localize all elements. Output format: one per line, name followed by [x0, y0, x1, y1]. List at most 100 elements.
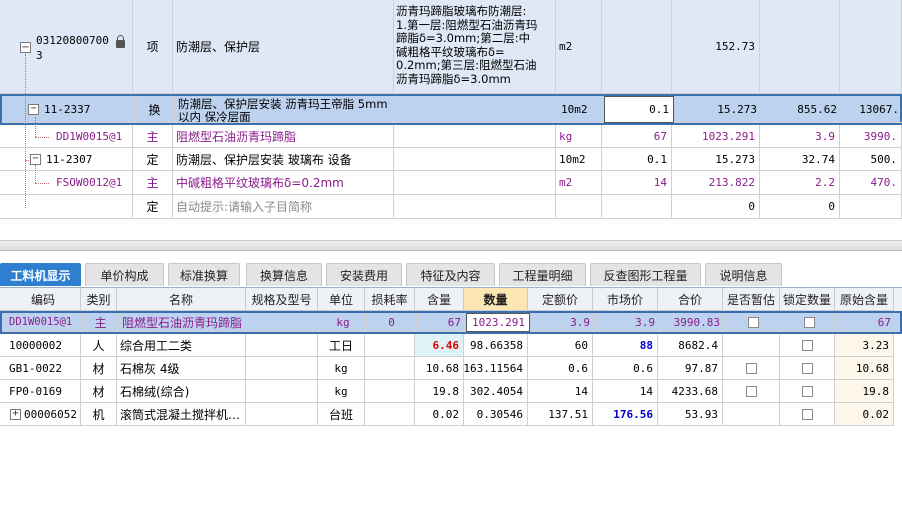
resource-original-content: 3.23 [835, 334, 894, 357]
resource-category: 材 [81, 357, 117, 380]
row-name: 防潮层、保护层安装 沥青玛王帝脂 5mm 以内 保冷层面 [175, 96, 396, 123]
resource-loss[interactable]: 0 [367, 313, 417, 332]
lock-quantity-checkbox[interactable] [801, 385, 813, 397]
resource-row[interactable]: 10000002 人 综合用工二类 工日 6.46 98.66358 60 88… [0, 334, 902, 357]
lock-quantity-checkbox[interactable] [801, 362, 813, 374]
col-header-original-content[interactable]: 原始含量 [835, 288, 894, 311]
resource-quota-price: 137.51 [528, 403, 593, 426]
row-name-hint[interactable]: 自动提示:请输入子目简称 [173, 195, 394, 219]
row-qty[interactable]: 0.1 [602, 148, 672, 171]
col-header-quantity[interactable]: 数量 [464, 288, 528, 311]
grid-row-new-entry[interactable]: 定 自动提示:请输入子目简称 0 0 [0, 195, 902, 219]
provisional-checkbox[interactable] [747, 316, 759, 328]
row-code: 11-2337 [44, 102, 91, 116]
tab-quantity-detail[interactable]: 工程量明细 [499, 263, 586, 286]
resource-market-price[interactable]: 88 [593, 334, 658, 357]
tab-installation-cost[interactable]: 安装费用 [326, 263, 402, 286]
resource-quantity[interactable]: 98.66358 [464, 334, 528, 357]
resource-market-price[interactable]: 3.9 [595, 313, 660, 332]
resource-category: 人 [81, 334, 117, 357]
col-header-name[interactable]: 名称 [117, 288, 246, 311]
row-unit: 10m2 [558, 96, 604, 123]
col-header-lock-qty[interactable]: 锁定数量 [780, 288, 835, 311]
resource-spec[interactable] [246, 334, 318, 357]
row-category: 项 [133, 0, 173, 94]
grid-row-item[interactable]: − 03120800700 3 项 防潮层、保护层 沥青玛蹄脂玻璃布防潮层: 1… [0, 0, 902, 94]
resource-quota-price: 60 [528, 334, 593, 357]
lock-quantity-checkbox[interactable] [803, 316, 815, 328]
col-header-market-price[interactable]: 市场价 [593, 288, 658, 311]
resource-grid: 编码 类别 名称 规格及型号 单位 损耗率 含量 数量 定额价 市场价 合价 是… [0, 288, 902, 428]
row-code: 11-2307 [46, 152, 93, 166]
grid-row-material[interactable]: DD1W0015@1 主 阻燃型石油沥青玛蹄脂 kg 67 1023.291 3… [0, 125, 902, 148]
lock-quantity-checkbox[interactable] [801, 339, 813, 351]
resource-row[interactable]: FP0-0169 材 石棉绒(综合) kg 19.8 302.4054 14 1… [0, 380, 902, 403]
resource-grid-header: 编码 类别 名称 规格及型号 单位 损耗率 含量 数量 定额价 市场价 合价 是… [0, 288, 902, 311]
col-header-spec[interactable]: 规格及型号 [246, 288, 318, 311]
row-qty[interactable] [602, 0, 672, 94]
row-qty-input[interactable]: 0.1 [604, 96, 674, 123]
resource-quota-price: 14 [528, 380, 593, 403]
resource-loss[interactable] [365, 357, 415, 380]
tab-unit-price-composition[interactable]: 单价构成 [85, 263, 164, 286]
tab-features-content[interactable]: 特征及内容 [406, 263, 495, 286]
resource-spec[interactable] [246, 380, 318, 403]
tab-description[interactable]: 说明信息 [705, 263, 782, 286]
resource-total: 97.87 [658, 357, 723, 380]
resource-market-price[interactable]: 176.56 [593, 403, 658, 426]
resource-quantity[interactable]: 163.11564 [464, 357, 528, 380]
col-header-unit[interactable]: 单位 [318, 288, 365, 311]
provisional-checkbox[interactable] [745, 362, 757, 374]
tab-standard-conversion[interactable]: 标准换算 [168, 263, 240, 286]
resource-content-modified[interactable]: 6.46 [415, 334, 464, 357]
provisional-checkbox[interactable] [745, 385, 757, 397]
panel-splitter[interactable] [0, 240, 902, 251]
row-amount: 15.273 [672, 148, 760, 171]
col-header-code[interactable]: 编码 [6, 288, 81, 311]
row-category: 主 [133, 171, 173, 195]
tab-reverse-graphic-quantity[interactable]: 反查图形工程量 [590, 263, 701, 286]
plus-icon[interactable]: + [10, 408, 21, 420]
col-header-loss-rate[interactable]: 损耗率 [365, 288, 415, 311]
row-unit: kg [556, 125, 602, 148]
grid-row-material[interactable]: FSOW0012@1 主 中碱粗格平纹玻璃布δ=0.2mm m2 14 213.… [0, 171, 902, 195]
col-header-content[interactable]: 含量 [415, 288, 464, 311]
col-header-category[interactable]: 类别 [81, 288, 117, 311]
row-qty[interactable]: 14 [602, 171, 672, 195]
resource-spec[interactable] [246, 357, 318, 380]
row-price: 32.74 [760, 148, 840, 171]
resource-spec[interactable] [246, 403, 318, 426]
row-price: 855.62 [762, 96, 842, 123]
resource-row[interactable]: GB1-0022 材 石棉灰 4级 kg 10.68 163.11564 0.6… [0, 357, 902, 380]
tab-conversion-info[interactable]: 换算信息 [246, 263, 322, 286]
minus-icon[interactable]: − [28, 103, 39, 115]
col-header-provisional[interactable]: 是否暂估 [723, 288, 780, 311]
resource-code: 00006052 [24, 407, 77, 421]
grid-row-quota[interactable]: − 11-2307 定 防潮层、保护层安装 玻璃布 设备 10m2 0.1 15… [0, 148, 902, 171]
resource-market-price[interactable]: 14 [593, 380, 658, 403]
col-header-quota-price[interactable]: 定额价 [528, 288, 593, 311]
resource-content[interactable]: 10.68 [415, 357, 464, 380]
resource-quantity-input[interactable]: 1023.291 [466, 313, 530, 332]
resource-quantity[interactable]: 302.4054 [464, 380, 528, 403]
resource-spec[interactable] [248, 313, 320, 332]
row-qty[interactable]: 67 [602, 125, 672, 148]
resource-row[interactable]: + 00006052 机 滚筒式混凝土搅拌机… 台班 0.02 0.30546 … [0, 403, 902, 426]
resource-code: GB1-0022 [6, 357, 81, 380]
minus-icon[interactable]: − [20, 42, 31, 53]
row-total: 13067. [842, 96, 902, 123]
lock-quantity-checkbox[interactable] [801, 408, 813, 420]
resource-loss[interactable] [365, 334, 415, 357]
col-header-total[interactable]: 合价 [658, 288, 723, 311]
resource-row-selected[interactable]: DD1W0015@1 主 阻燃型石油沥青玛蹄脂 kg 0 67 1023.291… [0, 311, 902, 334]
resource-loss[interactable] [365, 380, 415, 403]
resource-quantity[interactable]: 0.30546 [464, 403, 528, 426]
minus-icon[interactable]: − [30, 153, 41, 165]
resource-loss[interactable] [365, 403, 415, 426]
resource-content[interactable]: 67 [417, 313, 466, 332]
resource-market-price[interactable]: 0.6 [593, 357, 658, 380]
grid-row-quota-selected[interactable]: − 11-2337 换 防潮层、保护层安装 沥青玛王帝脂 5mm 以内 保冷层面… [0, 94, 902, 125]
tab-labor-material-machine[interactable]: 工料机显示 [0, 263, 81, 286]
resource-content[interactable]: 0.02 [415, 403, 464, 426]
resource-content[interactable]: 19.8 [415, 380, 464, 403]
